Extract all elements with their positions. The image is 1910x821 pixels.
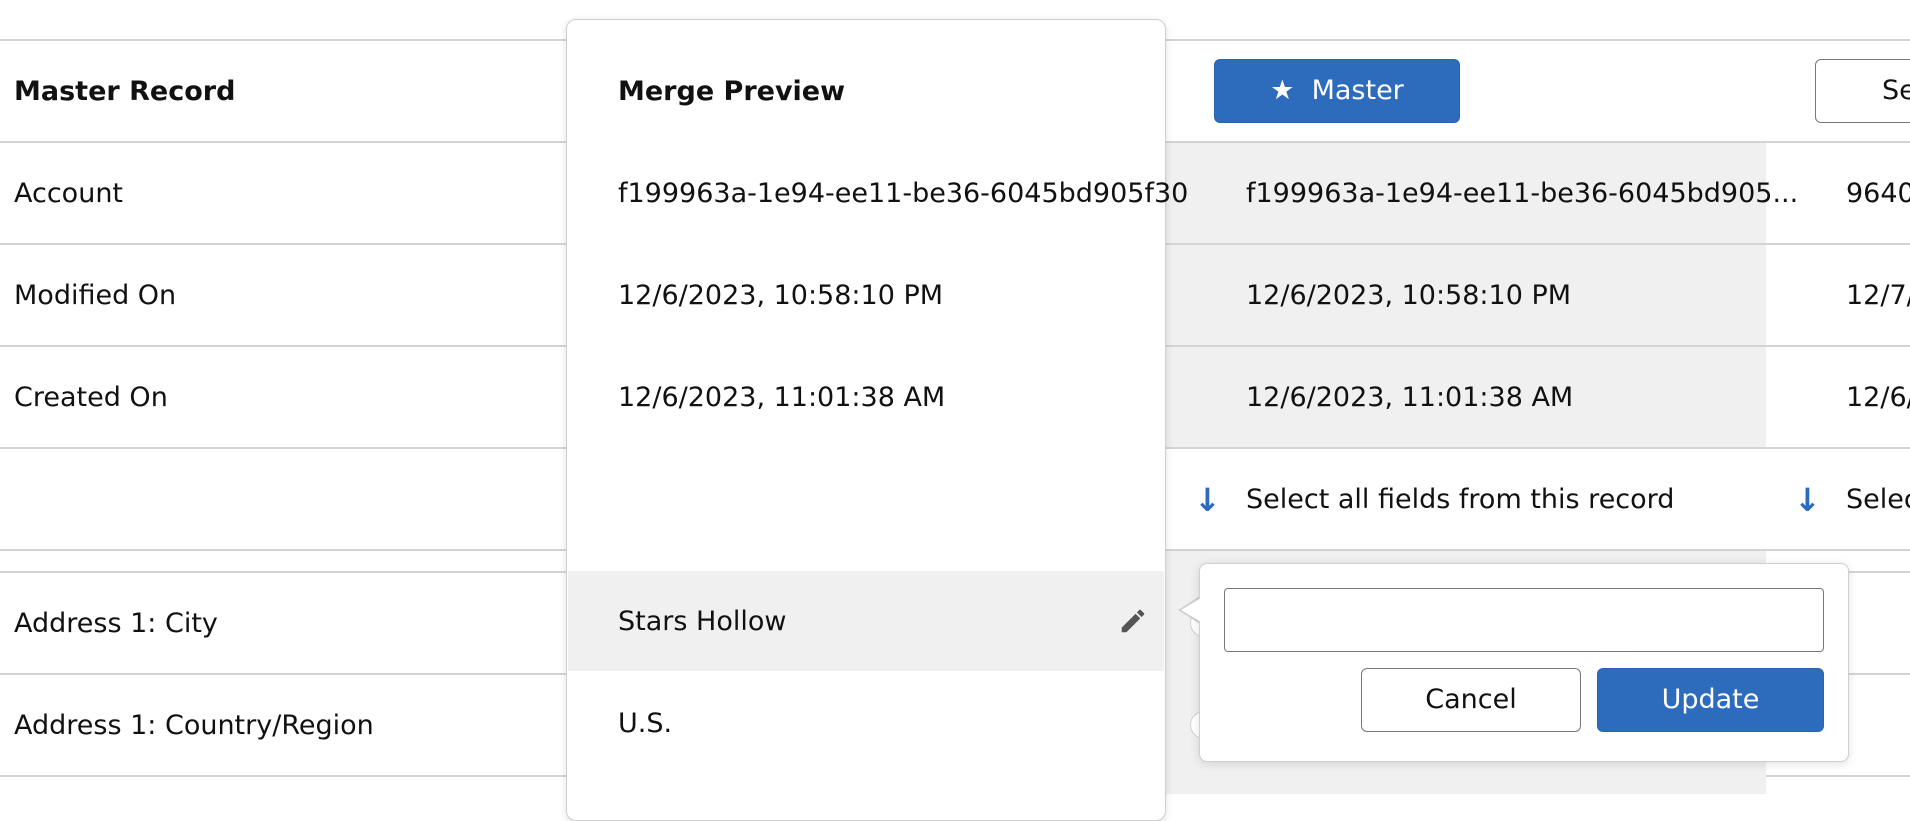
select-all-master-link[interactable]: Select all fields from this record <box>1246 483 1674 517</box>
arrow-down-icon[interactable]: ↓ <box>1194 483 1221 517</box>
second-value-account: 9640 <box>1846 178 1910 209</box>
merge-preview-panel <box>566 19 1166 821</box>
second-record-button[interactable]: Se <box>1815 59 1910 123</box>
star-icon: ★ <box>1270 75 1295 106</box>
preview-value-modified-on: 12/6/2023, 10:58:10 PM <box>618 280 944 311</box>
field-label-account: Account <box>14 178 124 209</box>
popover-tail-inner <box>1181 598 1201 622</box>
cancel-button[interactable]: Cancel <box>1361 668 1581 732</box>
preview-value-country: U.S. <box>618 708 673 739</box>
master-value-account: f199963a-1e94-ee11-be36-6045bd905... <box>1246 178 1799 209</box>
preview-value-city[interactable]: Stars Hollow <box>618 605 786 639</box>
master-value-modified-on: 12/6/2023, 10:58:10 PM <box>1246 280 1572 311</box>
master-button[interactable]: ★ Master <box>1214 59 1460 123</box>
second-value-modified-on: 12/7/ <box>1846 280 1910 311</box>
pencil-icon[interactable] <box>1118 606 1148 636</box>
field-label-country: Address 1: Country/Region <box>14 710 374 741</box>
edit-value-input[interactable] <box>1224 588 1824 652</box>
second-value-created-on: 12/6/ <box>1846 382 1910 413</box>
edit-popover: Cancel Update <box>1199 563 1849 762</box>
master-button-label: Master <box>1311 75 1404 106</box>
master-value-created-on: 12/6/2023, 11:01:38 AM <box>1246 382 1574 413</box>
field-label-created-on: Created On <box>14 382 168 413</box>
merge-preview-header: Merge Preview <box>618 76 846 107</box>
arrow-down-icon[interactable]: ↓ <box>1794 483 1821 517</box>
field-label-modified-on: Modified On <box>14 280 177 311</box>
master-record-header: Master Record <box>14 76 236 107</box>
preview-value-created-on: 12/6/2023, 11:01:38 AM <box>618 382 946 413</box>
select-all-second-link[interactable]: Selec <box>1846 483 1910 517</box>
second-record-button-label: Se <box>1882 75 1910 106</box>
update-button[interactable]: Update <box>1597 668 1824 732</box>
field-label-city: Address 1: City <box>14 608 218 639</box>
preview-value-account: f199963a-1e94-ee11-be36-6045bd905f30 <box>618 178 1189 209</box>
